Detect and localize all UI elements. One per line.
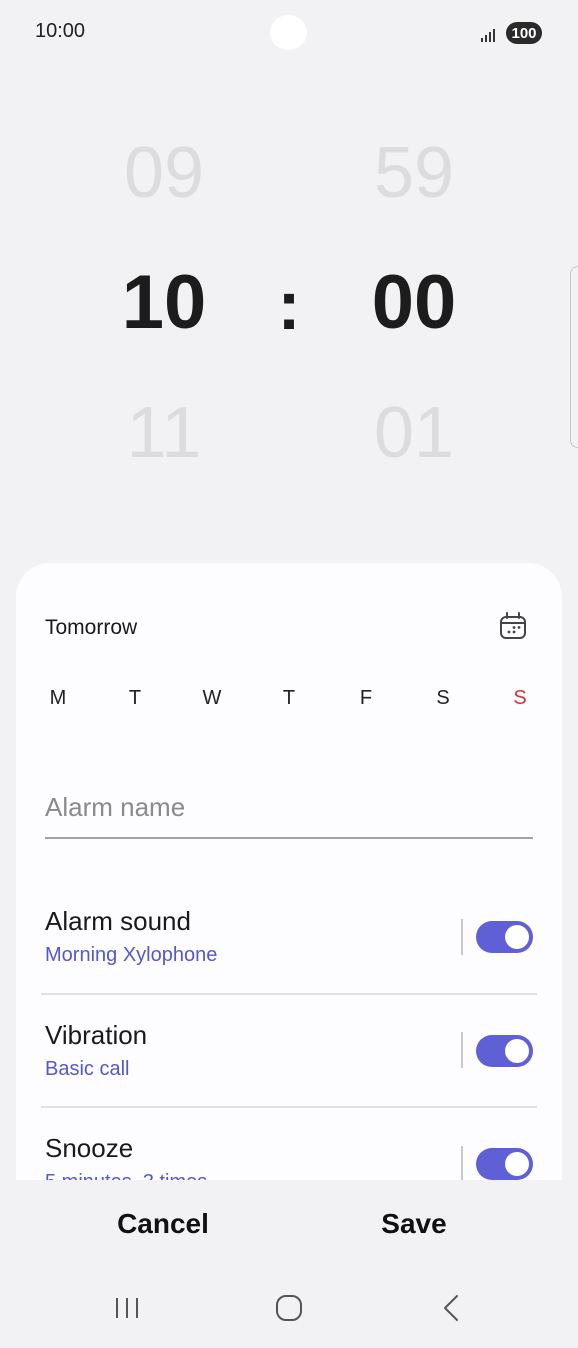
cancel-button[interactable]: Cancel — [63, 1208, 263, 1240]
snooze-title[interactable]: Snooze — [45, 1133, 133, 1164]
time-separator: : — [277, 266, 301, 344]
divider — [461, 1146, 463, 1180]
save-button[interactable]: Save — [314, 1208, 514, 1240]
snooze-value: 5 minutes, 3 times — [45, 1171, 207, 1180]
alarm-sound-title[interactable]: Alarm sound — [45, 906, 191, 937]
minute-selected[interactable]: 00 — [324, 265, 504, 341]
day-thursday[interactable]: T — [274, 687, 304, 710]
snooze-toggle[interactable] — [476, 1148, 533, 1180]
hour-selected[interactable]: 10 — [74, 265, 254, 341]
alarm-name-underline — [45, 837, 533, 839]
day-monday[interactable]: M — [43, 687, 73, 710]
alarm-name-input[interactable]: Alarm name — [45, 792, 185, 823]
alarm-sound-value: Morning Xylophone — [45, 944, 218, 966]
recent-apps-icon[interactable] — [112, 1290, 142, 1326]
minute-previous[interactable]: 59 — [324, 137, 504, 209]
day-saturday[interactable]: S — [428, 687, 458, 710]
hour-previous[interactable]: 09 — [74, 137, 254, 209]
vibration-value: Basic call — [45, 1058, 130, 1080]
row-divider — [41, 993, 537, 995]
signal-icon — [481, 24, 501, 42]
row-divider — [41, 1106, 537, 1108]
day-tuesday[interactable]: T — [120, 687, 150, 710]
alarm-sound-toggle[interactable] — [476, 921, 533, 953]
edge-panel-handle[interactable] — [570, 266, 578, 448]
divider — [461, 1032, 463, 1068]
home-icon[interactable] — [272, 1290, 306, 1326]
back-icon[interactable] — [438, 1290, 464, 1326]
day-wednesday[interactable]: W — [197, 687, 227, 710]
day-sunday[interactable]: S — [505, 687, 535, 710]
minute-next[interactable]: 01 — [324, 397, 504, 469]
calendar-icon[interactable] — [499, 611, 527, 641]
camera-cutout — [270, 15, 307, 50]
status-time: 10:00 — [35, 20, 86, 42]
divider — [461, 919, 463, 955]
battery-indicator: 100 — [506, 22, 542, 44]
vibration-toggle[interactable] — [476, 1035, 533, 1067]
date-label: Tomorrow — [45, 616, 138, 639]
hour-next[interactable]: 11 — [74, 397, 254, 469]
day-friday[interactable]: F — [351, 687, 381, 710]
vibration-title[interactable]: Vibration — [45, 1020, 147, 1051]
alarm-settings-card: Tomorrow M T W T F S S Alarm name Alarm … — [16, 563, 562, 1180]
